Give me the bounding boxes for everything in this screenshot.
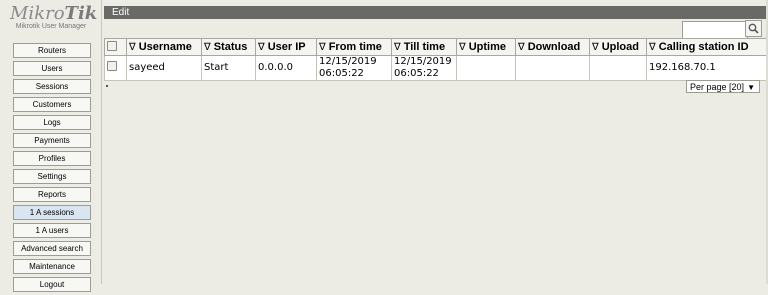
mikrotik-logo: MikroTik Mikrotik User Manager	[10, 4, 92, 31]
nav-item-payments[interactable]: Payments	[13, 133, 91, 148]
nav-item-maintenance[interactable]: Maintenance	[13, 259, 91, 274]
nav-item-customers[interactable]: Customers	[13, 97, 91, 112]
nav-item-advanced-search[interactable]: Advanced search	[13, 241, 91, 256]
search-button[interactable]	[745, 20, 762, 37]
header-select-all[interactable]	[105, 39, 127, 56]
table-row[interactable]: sayeed Start 0.0.0.0 12/15/201906:05:22 …	[105, 56, 768, 81]
nav-item-routers[interactable]: Routers	[13, 43, 91, 58]
column-header-calling-station-id[interactable]: ∇Calling station ID	[647, 39, 768, 56]
nav-item-sessions[interactable]: Sessions	[13, 79, 91, 94]
nav-item-profiles[interactable]: Profiles	[13, 151, 91, 166]
cell-user-ip: 0.0.0.0	[256, 56, 317, 81]
cell-download	[516, 56, 590, 81]
sort-icon: ∇	[459, 42, 466, 53]
cell-till-time: 12/15/201906:05:22	[392, 56, 457, 81]
column-header-uptime[interactable]: ∇Uptime	[457, 39, 516, 56]
sort-icon: ∇	[258, 42, 265, 53]
column-header-user-ip[interactable]: ∇User IP	[256, 39, 317, 56]
cell-status: Start	[202, 56, 256, 81]
nav-item-users[interactable]: Users	[13, 61, 91, 76]
nav-item-1a-sessions[interactable]: 1 A sessions	[13, 205, 91, 220]
magnifier-icon	[748, 23, 759, 34]
search-input[interactable]	[682, 21, 748, 39]
logo-subtitle: Mikrotik User Manager	[10, 23, 92, 31]
sort-icon: ∇	[592, 42, 599, 53]
per-page-select[interactable]: Per page [20] ▼	[686, 80, 760, 93]
dropdown-arrow-icon: ▼	[747, 81, 755, 94]
cell-calling-station-id: 192.168.70.1	[647, 56, 768, 81]
sort-icon: ∇	[649, 42, 656, 53]
logo-wordmark: MikroTik	[10, 4, 92, 24]
sessions-table: ∇Username ∇Status ∇User IP ∇From time ∇T…	[104, 38, 768, 81]
row-checkbox[interactable]	[107, 61, 117, 71]
nav-item-settings[interactable]: Settings	[13, 169, 91, 184]
column-header-status[interactable]: ∇Status	[202, 39, 256, 56]
sort-icon: ∇	[518, 42, 525, 53]
cell-username[interactable]: sayeed	[127, 56, 202, 81]
select-all-checkbox[interactable]	[107, 41, 117, 51]
column-header-from-time[interactable]: ∇From time	[317, 39, 392, 56]
column-header-username[interactable]: ∇Username	[127, 39, 202, 56]
sort-icon: ∇	[394, 42, 401, 53]
page-titlebar: Edit	[104, 6, 768, 19]
row-select-cell[interactable]	[105, 56, 127, 81]
logo-brand-bold: Tik	[65, 3, 98, 24]
sidebar-nav: Routers Users Sessions Customers Logs Pa…	[13, 43, 91, 295]
sort-icon: ∇	[129, 42, 136, 53]
table-header-row: ∇Username ∇Status ∇User IP ∇From time ∇T…	[105, 39, 768, 56]
logo-brand-light: Mikro	[10, 3, 65, 24]
page-title: Edit	[104, 7, 129, 18]
sidebar: MikroTik Mikrotik User Manager Routers U…	[0, 0, 102, 284]
nav-item-reports[interactable]: Reports	[13, 187, 91, 202]
nav-item-logout[interactable]: Logout	[13, 277, 91, 292]
table-footer-dot	[106, 85, 108, 87]
column-header-download[interactable]: ∇Download	[516, 39, 590, 56]
cell-from-time: 12/15/201906:05:22	[317, 56, 392, 81]
column-header-till-time[interactable]: ∇Till time	[392, 39, 457, 56]
cell-upload	[590, 56, 647, 81]
sort-icon: ∇	[319, 42, 326, 53]
sort-icon: ∇	[204, 42, 211, 53]
nav-item-logs[interactable]: Logs	[13, 115, 91, 130]
column-header-upload[interactable]: ∇Upload	[590, 39, 647, 56]
cell-uptime	[457, 56, 516, 81]
nav-item-1a-users[interactable]: 1 A users	[13, 223, 91, 238]
